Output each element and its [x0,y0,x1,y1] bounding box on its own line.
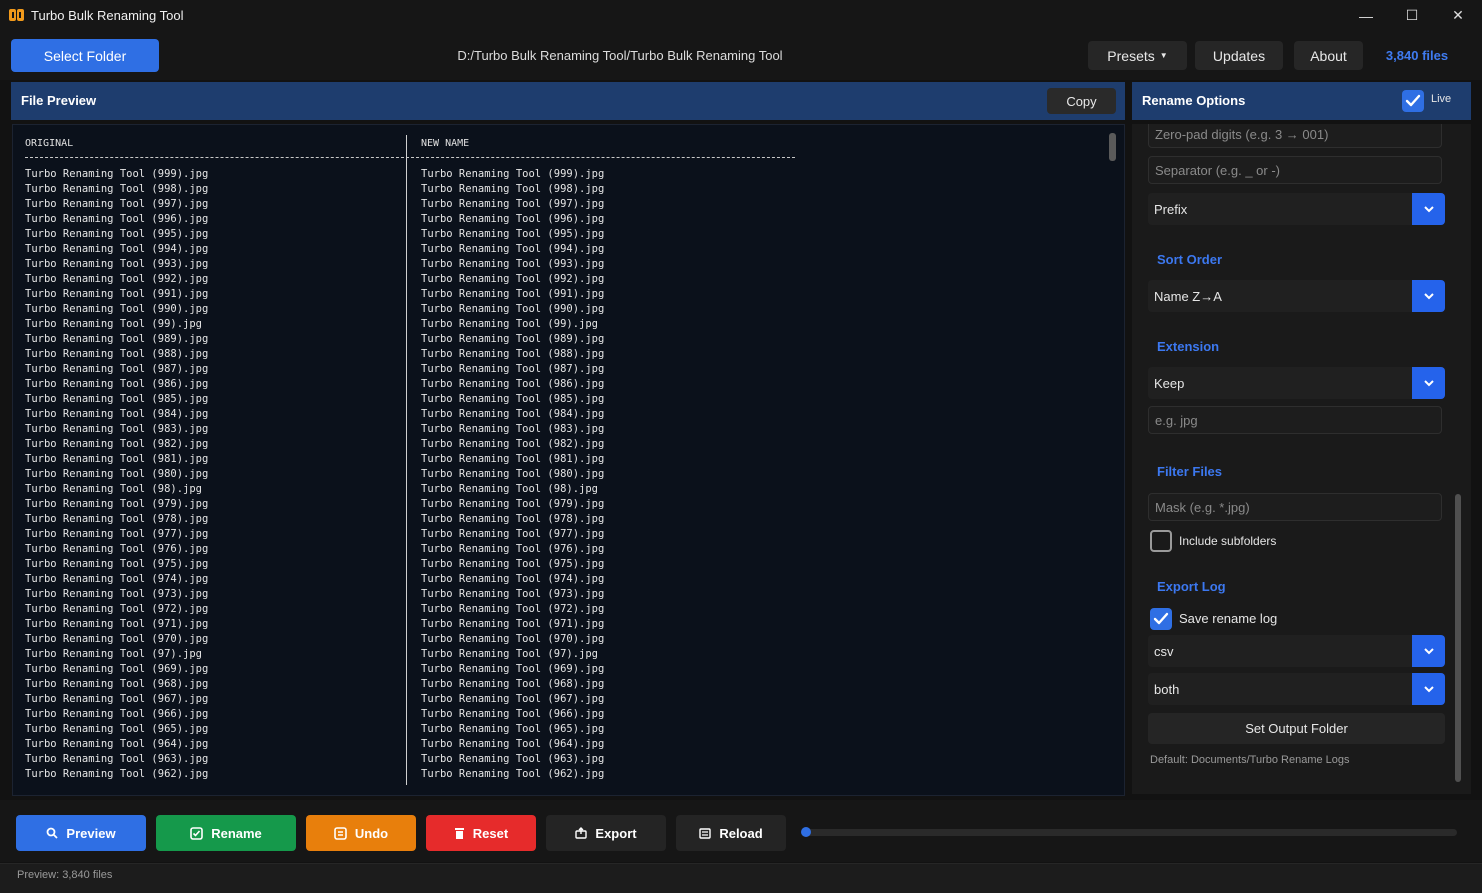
presets-button[interactable]: Presets ▼ [1088,41,1187,70]
rename-options-panel: Zero-pad digits (e.g. 3 → 001) Separator… [1132,124,1471,794]
check-box-icon [190,826,204,840]
export-log-label: Export Log [1157,579,1226,594]
maximize-button[interactable]: ☐ [1389,0,1435,31]
chevron-down-icon [1412,367,1445,399]
file-preview-title: File Preview [21,93,97,108]
rename-options-title: Rename Options [1142,93,1246,108]
rename-button[interactable]: Rename [156,815,296,851]
sort-order-label: Sort Order [1157,252,1223,267]
extension-label: Extension [1157,339,1220,354]
file-preview-header: File Preview Copy [11,82,1125,120]
new-names: Turbo Renaming Tool (999).jpg Turbo Rena… [421,168,605,780]
reset-button[interactable]: Reset [426,815,536,851]
trash-icon [454,828,464,839]
log-format-value: csv [1154,643,1174,659]
app-logo-icon [9,9,24,21]
presets-label: Presets [1107,47,1155,64]
extension-select[interactable]: Keep [1148,367,1445,399]
chevron-down-icon [1412,280,1445,312]
preview-button[interactable]: Preview [16,815,146,851]
reload-label: Reload [719,825,763,841]
default-log-path: Default: Documents/Turbo Rename Logs [1150,754,1350,766]
select-folder-button[interactable]: Select Folder [11,39,159,72]
reset-label: Reset [472,825,509,841]
minimize-icon: — [1359,7,1373,24]
position-value: Prefix [1154,201,1188,217]
reload-icon [699,827,712,839]
checkmark-icon [1153,612,1169,625]
undo-button[interactable]: Undo [306,815,416,851]
chevron-down-icon [1412,193,1445,225]
column-divider [406,135,407,785]
chevron-down-icon [1412,635,1445,667]
progress-track [806,829,1457,836]
close-button[interactable]: ✕ [1435,0,1481,31]
save-log-checkbox[interactable] [1150,608,1172,630]
chevron-down-icon: ▼ [1159,51,1168,60]
close-icon: ✕ [1452,7,1464,23]
copy-button[interactable]: Copy [1047,88,1116,114]
search-icon [47,827,59,839]
set-output-folder-button[interactable]: Set Output Folder [1148,713,1445,744]
chevron-down-icon [1412,673,1445,705]
column-new-name: NEW NAME [421,138,470,149]
checkmark-icon [1405,94,1421,107]
save-log-label: Save rename log [1179,611,1278,626]
status-bar [0,863,1482,893]
file-preview-list[interactable]: ORIGINAL NEW NAME Turbo Renaming Tool (9… [12,124,1125,796]
window-title: Turbo Bulk Renaming Tool [31,8,184,23]
header-divider [25,157,795,158]
include-subfolders-label: Include subfolders [1179,534,1277,548]
updates-button[interactable]: Updates [1195,41,1283,70]
column-original: ORIGINAL [25,138,74,149]
undo-label: Undo [354,825,389,841]
export-label: Export [595,825,637,841]
filter-files-label: Filter Files [1157,464,1223,479]
live-checkbox[interactable] [1402,90,1424,112]
preview-label: Preview [66,825,116,841]
status-text: Preview: 3,840 files [17,869,113,881]
log-mode-select[interactable]: both [1148,673,1445,705]
file-count: 3,840 files [1385,48,1449,63]
reload-button[interactable]: Reload [676,815,786,851]
live-label: Live [1431,93,1452,105]
mask-input[interactable]: Mask (e.g. *.jpg) [1148,493,1442,521]
extension-input[interactable]: e.g. jpg [1148,406,1442,434]
minimize-button[interactable]: — [1343,0,1389,31]
options-scrollbar[interactable] [1455,494,1461,782]
position-select[interactable]: Prefix [1148,193,1445,225]
zero-pad-input[interactable]: Zero-pad digits (e.g. 3 → 001) [1148,124,1442,148]
log-format-select[interactable]: csv [1148,635,1445,667]
undo-icon [334,826,347,840]
maximize-icon: ☐ [1405,7,1419,23]
export-icon [575,827,588,839]
log-mode-value: both [1154,681,1180,697]
export-button[interactable]: Export [546,815,666,851]
progress-handle[interactable] [801,827,811,837]
sort-order-select[interactable]: Name Z→A [1148,280,1445,312]
sort-order-value: Name Z→A [1154,288,1222,304]
separator-input[interactable]: Separator (e.g. _ or -) [1148,156,1442,184]
folder-path: D:/Turbo Bulk Renaming Tool/Turbo Bulk R… [457,48,783,63]
include-subfolders-checkbox[interactable] [1150,530,1172,552]
title-bar: Turbo Bulk Renaming Tool — ☐ ✕ [0,0,1482,32]
rename-label: Rename [211,825,262,841]
original-names: Turbo Renaming Tool (999).jpg Turbo Rena… [25,168,209,780]
about-button[interactable]: About [1294,41,1363,70]
rename-options-header: Rename Options Live [1132,82,1471,120]
extension-value: Keep [1154,375,1185,391]
preview-scrollbar[interactable] [1109,133,1116,161]
